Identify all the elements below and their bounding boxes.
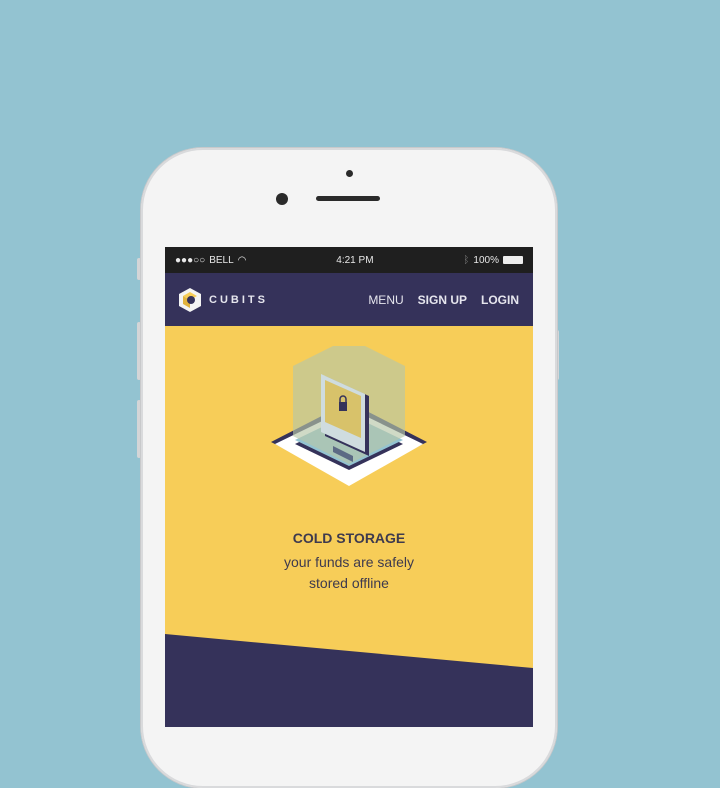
battery-icon — [502, 256, 523, 264]
login-link[interactable]: LOGIN — [481, 293, 519, 307]
bluetooth-icon: ᛒ — [463, 254, 470, 266]
carrier: BELL — [209, 254, 234, 266]
clock: 4:21 PM — [336, 254, 374, 266]
subtitle-line: your funds are safely — [284, 554, 414, 570]
menu-link[interactable]: MENU — [368, 293, 403, 307]
front-camera — [276, 193, 288, 205]
next-section — [165, 634, 533, 727]
sign-up-link[interactable]: SIGN UP — [418, 293, 467, 307]
hero-title: COLD STORAGE — [292, 530, 406, 546]
navbar: CUBITS MENU SIGN UP LOGIN — [165, 273, 533, 326]
brand-logo[interactable]: CUBITS — [177, 287, 268, 313]
brand-name: CUBITS — [209, 293, 268, 306]
battery-percent: 100% — [473, 254, 499, 266]
phone-screen: ●●●○○ BELL ◠ 4:21 PM ᛒ 100% CUBITS MENU SIG… — [165, 247, 533, 727]
proximity-sensor — [346, 170, 353, 177]
hero-section: COLD STORAGE your funds are safely store… — [165, 326, 533, 727]
status-bar: ●●●○○ BELL ◠ 4:21 PM ᛒ 100% — [165, 247, 533, 273]
subtitle-line: stored offline — [309, 575, 389, 591]
hero-subtitle: your funds are safely stored offline — [165, 552, 533, 594]
wifi-icon: ◠ — [237, 254, 247, 266]
signal-icon: ●●●○○ — [175, 254, 206, 266]
cubits-logo-icon — [179, 287, 201, 312]
earpiece-speaker — [316, 196, 380, 201]
cold-storage-illustration — [271, 346, 427, 486]
